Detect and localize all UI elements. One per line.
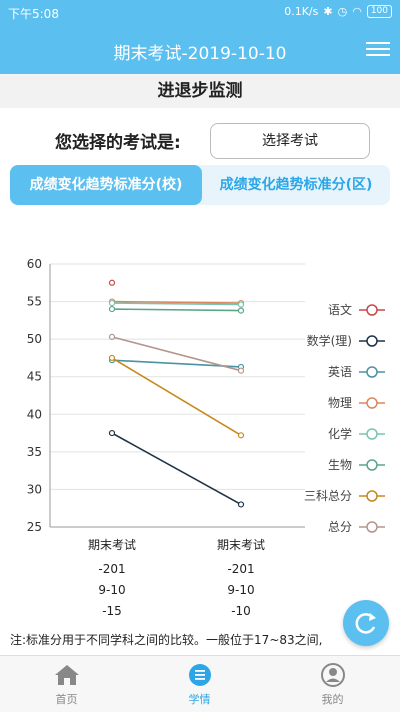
home-icon	[55, 665, 79, 685]
x-category-label: 期末考试	[217, 537, 265, 552]
legend-marker	[366, 521, 378, 533]
y-tick-label: 25	[27, 520, 42, 534]
x-category-sublabel: -10	[231, 604, 251, 618]
series-line	[111, 336, 242, 372]
bluetooth-icon: ✱	[323, 5, 333, 18]
y-tick-label: 50	[27, 332, 42, 346]
series-line	[111, 357, 242, 437]
trend-chart: 25 30 35 40 45 50 55 60 期末考试 -201 9-10 -15 期末考试 -201…	[27, 257, 385, 618]
status-bar: 下午5:08 0.1K/s ✱ ◷ ◠ 100	[0, 0, 400, 26]
data-point	[108, 333, 116, 340]
exam-select-label: 您选择的考试是:	[55, 133, 181, 153]
status-right: 0.1K/s ✱ ◷ ◠ 100	[284, 5, 392, 18]
x-category-label: 期末考试	[88, 537, 136, 552]
x-category-sublabel: 9-10	[227, 583, 254, 597]
list-icon	[189, 664, 211, 686]
chart-series	[108, 279, 245, 508]
data-point	[108, 354, 116, 362]
legend-label: 语文	[328, 302, 352, 317]
nav-study[interactable]: 学情	[133, 656, 266, 712]
chart-axes: 25 30 35 40 45 50 55 60	[27, 257, 305, 534]
data-point	[237, 432, 245, 439]
y-tick-label: 40	[27, 407, 42, 421]
legend-label: 物理	[328, 396, 352, 410]
chart-x-labels: 期末考试 -201 9-10 -15 期末考试 -201 9-10 -10	[88, 537, 265, 618]
tab-bar: 成绩变化趋势标准分(校) 成绩变化趋势标准分(区)	[10, 165, 390, 205]
data-point	[108, 429, 116, 437]
battery-icon: 100	[366, 5, 392, 18]
legend-marker	[366, 428, 378, 440]
alarm-icon: ◷	[337, 5, 348, 18]
page-title: 进退步监测	[157, 81, 243, 101]
series-line	[111, 308, 242, 312]
y-tick-label: 30	[27, 482, 42, 496]
nav-home[interactable]: 首页	[0, 656, 133, 712]
note-text: 注:标准分用于不同学科之间的比较。一般位于17~83之间,	[10, 633, 323, 647]
nav-study-label: 学情	[188, 693, 211, 706]
bottom-nav: 首页 学情 我的	[0, 655, 400, 712]
legend-marker	[366, 459, 378, 471]
x-category-sublabel: 9-10	[98, 583, 125, 597]
legend-label: 化学	[328, 426, 352, 441]
data-point	[108, 279, 116, 286]
y-tick-label: 45	[27, 370, 42, 384]
select-exam-button[interactable]: 选择考试	[210, 123, 370, 159]
refresh-icon	[355, 613, 376, 634]
tab-school-trend[interactable]: 成绩变化趋势标准分(校)	[10, 165, 202, 205]
user-icon	[321, 663, 345, 687]
wifi-icon: ◠	[352, 5, 362, 18]
x-category-sublabel: -201	[227, 562, 254, 576]
refresh-button[interactable]	[343, 600, 389, 646]
legend-marker	[366, 304, 378, 316]
x-category-sublabel: -201	[98, 562, 125, 576]
legend-label: 生物	[328, 458, 352, 472]
legend-label: 数学(理)	[307, 333, 352, 348]
data-point	[237, 301, 245, 308]
legend-label: 三科总分	[304, 489, 352, 503]
y-tick-label: 60	[27, 257, 42, 271]
page-header-title: 期末考试-2019-10-10	[113, 44, 287, 64]
legend-marker	[366, 366, 378, 378]
data-point	[108, 299, 116, 307]
nav-mine[interactable]: 我的	[266, 656, 399, 712]
tab-district-trend[interactable]: 成绩变化趋势标准分(区)	[202, 165, 390, 205]
nav-mine-label: 我的	[321, 693, 344, 706]
y-tick-label: 35	[27, 445, 42, 459]
legend-label: 英语	[328, 365, 352, 379]
chart-legend: 语文数学(理) 英语物理化学生物三科总分总分	[304, 302, 385, 534]
data-point	[237, 367, 245, 374]
data-point	[237, 501, 245, 508]
legend-marker	[366, 490, 378, 502]
section-title-bar: 进退步监测	[0, 74, 400, 108]
nav-home-label: 首页	[55, 693, 78, 706]
series-line	[111, 432, 242, 506]
data-point	[237, 307, 245, 314]
net-speed: 0.1K/s	[284, 5, 319, 18]
title-bar: 期末考试-2019-10-10	[0, 26, 400, 74]
legend-marker	[366, 335, 378, 347]
legend-marker	[366, 397, 378, 409]
data-point	[108, 305, 116, 313]
status-time: 下午5:08	[8, 7, 59, 21]
legend-label: 总分	[328, 520, 352, 534]
y-tick-label: 55	[27, 295, 42, 309]
menu-icon[interactable]	[366, 38, 390, 60]
x-category-sublabel: -15	[102, 604, 122, 618]
